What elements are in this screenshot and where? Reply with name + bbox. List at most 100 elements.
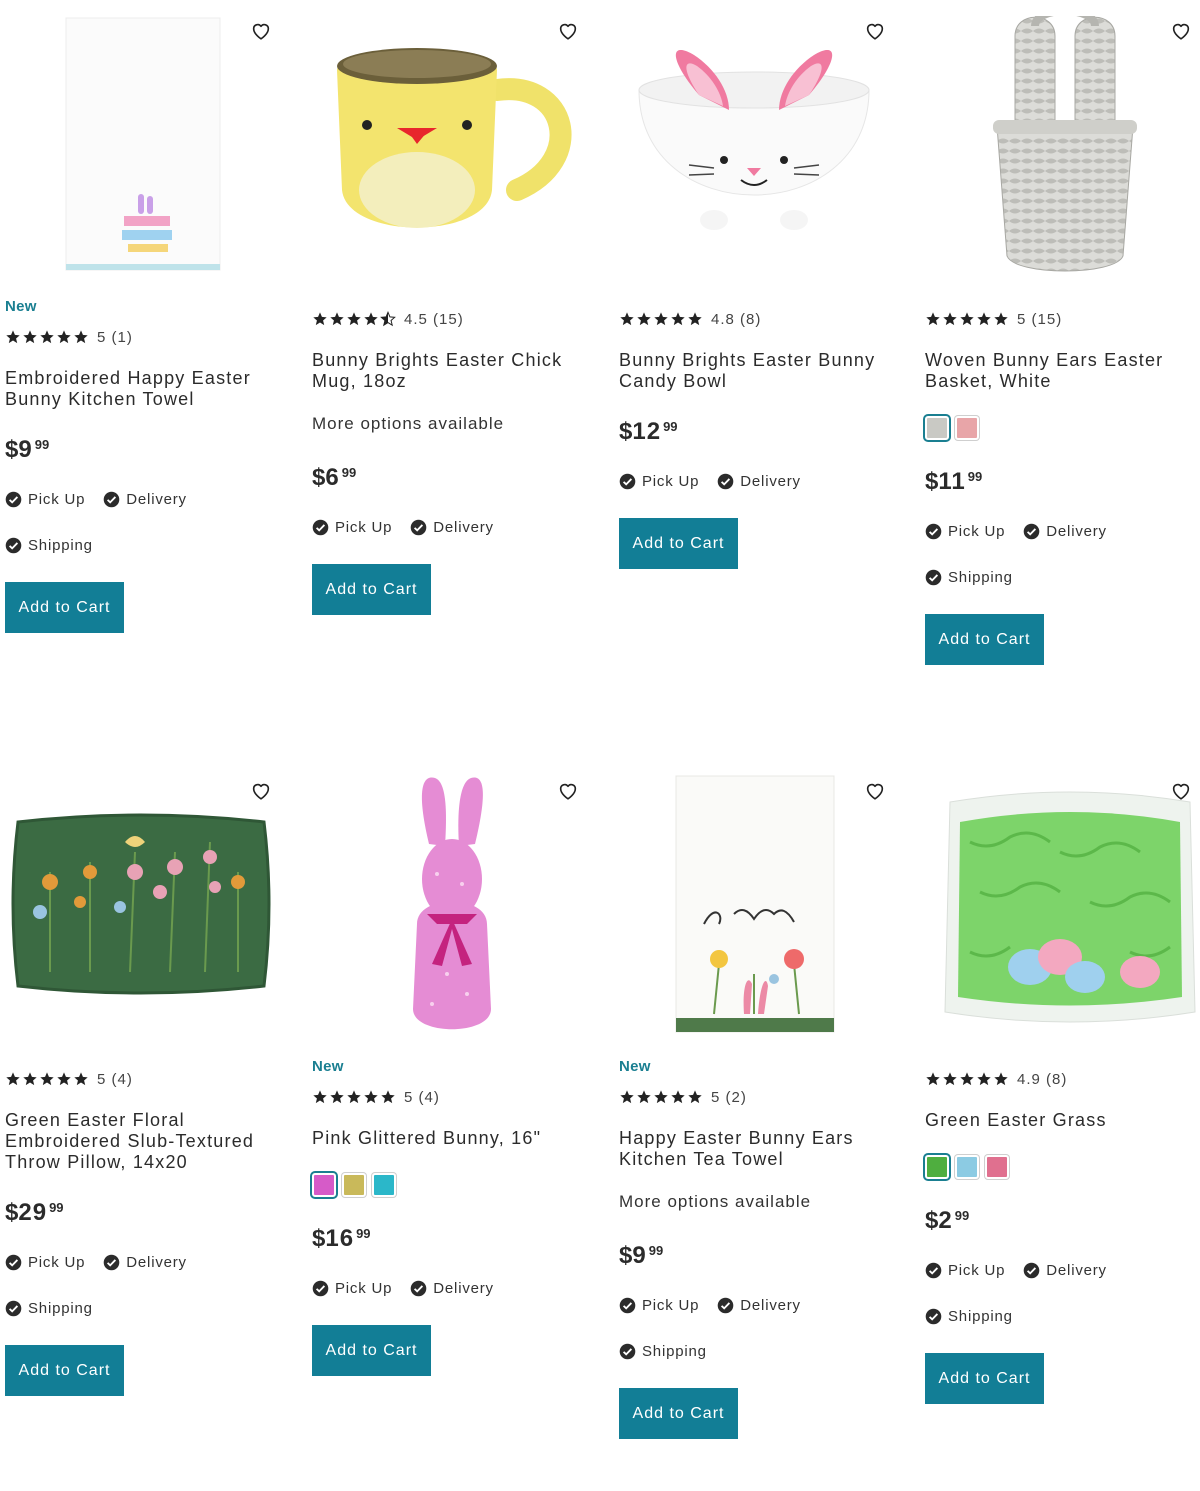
star-rating-icons: [619, 1089, 703, 1105]
product-info: New 5 (1) Embroidered Happy Easter Bunny…: [5, 298, 290, 633]
color-swatch[interactable]: [925, 1155, 949, 1179]
product-image[interactable]: [614, 0, 904, 272]
star-icon: [993, 311, 1009, 327]
rating: 5 (2): [619, 1088, 904, 1106]
product-name[interactable]: Woven Bunny Ears Easter Basket, White: [925, 350, 1200, 392]
rating-text: 5 (4): [404, 1088, 440, 1106]
star-icon: [959, 311, 975, 327]
star-icon: [56, 1071, 72, 1087]
check-circle-icon: [312, 519, 329, 536]
color-swatch[interactable]: [955, 416, 979, 440]
fulfillment-option: Pick Up: [312, 518, 392, 536]
color-swatch[interactable]: [985, 1155, 1009, 1179]
check-circle-icon: [410, 519, 427, 536]
price-dollars: 11: [938, 468, 966, 495]
check-circle-icon: [5, 491, 22, 508]
fulfillment-options: Pick Up Delivery Shipping: [5, 490, 265, 554]
fulfillment-option: Pick Up: [925, 522, 1005, 540]
fulfillment-label: Delivery: [433, 518, 494, 536]
rating-text: 5 (2): [711, 1088, 747, 1106]
star-icon: [346, 311, 362, 327]
price-dollars: 29: [18, 1199, 48, 1226]
product-info: 4.5 (15) Bunny Brights Easter Chick Mug,…: [312, 310, 597, 615]
more-options-text[interactable]: More options available: [312, 414, 597, 434]
star-icon: [73, 1071, 89, 1087]
price-cents: 99: [663, 419, 678, 434]
product-name[interactable]: Green Easter Grass: [925, 1110, 1200, 1131]
rating-text: 4.9 (8): [1017, 1070, 1068, 1088]
fulfillment-label: Shipping: [28, 1299, 93, 1317]
color-swatch[interactable]: [312, 1173, 336, 1197]
star-icon: [619, 311, 635, 327]
wishlist-heart-icon[interactable]: [248, 778, 274, 804]
color-swatch[interactable]: [342, 1173, 366, 1197]
price-dollars: 9: [632, 1242, 647, 1269]
add-to-cart-button[interactable]: Add to Cart: [619, 518, 738, 569]
star-icon: [346, 1089, 362, 1105]
check-circle-icon: [619, 1343, 636, 1360]
product-name[interactable]: Bunny Brights Easter Chick Mug, 18oz: [312, 350, 597, 392]
wishlist-heart-icon[interactable]: [862, 778, 888, 804]
product-name[interactable]: Pink Glittered Bunny, 16": [312, 1128, 597, 1149]
color-swatch[interactable]: [372, 1173, 396, 1197]
star-icon: [636, 311, 652, 327]
new-badge: New: [5, 298, 37, 315]
add-to-cart-button[interactable]: Add to Cart: [312, 1325, 431, 1376]
price: $ 29 99: [5, 1199, 290, 1229]
wishlist-heart-icon[interactable]: [555, 778, 581, 804]
add-to-cart-button[interactable]: Add to Cart: [5, 1345, 124, 1396]
product-name[interactable]: Happy Easter Bunny Ears Kitchen Tea Towe…: [619, 1128, 904, 1170]
add-to-cart-button[interactable]: Add to Cart: [312, 564, 431, 615]
star-icon: [619, 1089, 635, 1105]
price-cents: 99: [34, 437, 50, 452]
check-circle-icon: [1023, 523, 1040, 540]
star-icon: [73, 329, 89, 345]
star-rating-icons: [925, 311, 1009, 327]
fulfillment-label: Shipping: [948, 1307, 1013, 1325]
fulfillment-option: Pick Up: [312, 1279, 392, 1297]
wishlist-heart-icon[interactable]: [862, 18, 888, 44]
fulfillment-options: Pick Up Delivery Shipping: [925, 1261, 1185, 1325]
rating-text: 4.8 (8): [711, 310, 762, 328]
star-icon: [653, 311, 669, 327]
product-image[interactable]: [614, 760, 904, 1033]
star-rating-icons: [619, 311, 703, 327]
star-icon: [993, 1071, 1009, 1087]
fulfillment-option: Shipping: [5, 1299, 93, 1317]
fulfillment-option: Shipping: [619, 1342, 707, 1360]
star-half-icon: [380, 311, 396, 327]
add-to-cart-button[interactable]: Add to Cart: [619, 1388, 738, 1439]
wishlist-heart-icon[interactable]: [1168, 18, 1194, 44]
check-circle-icon: [312, 1280, 329, 1297]
add-to-cart-button[interactable]: Add to Cart: [925, 1353, 1044, 1404]
product-image[interactable]: [307, 760, 597, 1032]
more-options-text[interactable]: More options available: [619, 1192, 904, 1212]
product-image[interactable]: [0, 0, 290, 272]
add-to-cart-button[interactable]: Add to Cart: [925, 614, 1044, 665]
product-image[interactable]: [307, 0, 597, 272]
wishlist-heart-icon[interactable]: [248, 18, 274, 44]
fulfillment-option: Delivery: [717, 1296, 801, 1314]
product-name[interactable]: Green Easter Floral Embroidered Slub-Tex…: [5, 1110, 290, 1173]
wishlist-heart-icon[interactable]: [555, 18, 581, 44]
product-image[interactable]: [920, 0, 1200, 272]
fulfillment-option: Pick Up: [5, 1253, 85, 1271]
star-icon: [56, 329, 72, 345]
color-swatch[interactable]: [955, 1155, 979, 1179]
rating: 4.8 (8): [619, 310, 904, 328]
star-icon: [653, 1089, 669, 1105]
fulfillment-label: Pick Up: [28, 490, 86, 508]
wishlist-heart-icon[interactable]: [1168, 778, 1194, 804]
product-name[interactable]: Embroidered Happy Easter Bunny Kitchen T…: [5, 368, 290, 410]
star-icon: [22, 1071, 38, 1087]
rating: 5 (4): [312, 1088, 597, 1106]
star-icon: [312, 1089, 328, 1105]
color-swatches: [925, 1155, 1200, 1179]
product-name[interactable]: Bunny Brights Easter Bunny Candy Bowl: [619, 350, 904, 392]
product-image[interactable]: [920, 760, 1200, 1032]
fulfillment-option: Pick Up: [5, 490, 85, 508]
color-swatch[interactable]: [925, 416, 949, 440]
fulfillment-option: Pick Up: [925, 1261, 1005, 1279]
product-image[interactable]: [0, 760, 290, 1032]
add-to-cart-button[interactable]: Add to Cart: [5, 582, 124, 633]
